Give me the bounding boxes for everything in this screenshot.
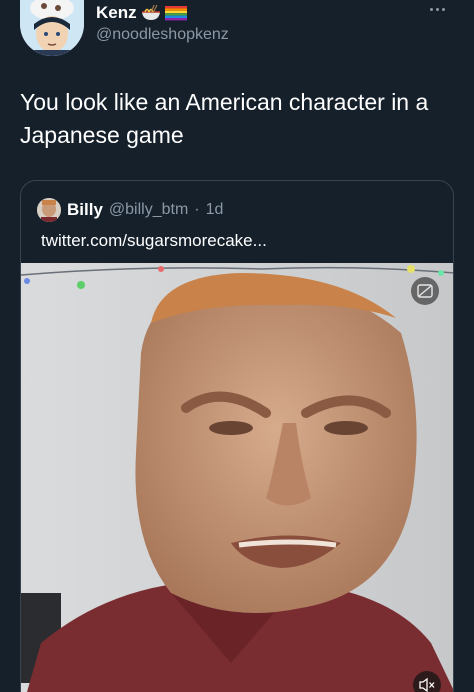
quote-author-handle: @billy_btm xyxy=(108,201,189,218)
quote-header: Billy @billy_btm · 1d xyxy=(37,197,223,223)
tweet: Kenz @noodleshopkenz You look like an Am… xyxy=(0,0,474,692)
tweet-text: You look like an American character in a… xyxy=(20,89,429,148)
quote-timestamp: 1d xyxy=(205,201,224,218)
quote-author-name: Billy xyxy=(67,200,103,219)
speaker-muted-icon[interactable] xyxy=(413,671,441,692)
gif-badge-icon xyxy=(411,277,439,305)
rainbow-flag-icon xyxy=(164,4,187,22)
quote-text[interactable]: twitter.com/sugarsmorecake... xyxy=(41,231,267,251)
author-handle[interactable]: @noodleshopkenz xyxy=(96,26,229,44)
quote-separator: · xyxy=(194,201,200,218)
quote-media-video[interactable] xyxy=(21,263,453,692)
quote-tweet-card[interactable]: Billy @billy_btm · 1d twitter.com/sugars… xyxy=(20,180,454,692)
author-name-row: Kenz xyxy=(96,0,187,26)
more-options-icon[interactable] xyxy=(430,4,452,14)
author-avatar[interactable] xyxy=(20,0,84,56)
ramen-emoji-icon xyxy=(140,4,162,22)
quote-author-avatar xyxy=(37,198,61,222)
author-display-name[interactable]: Kenz xyxy=(96,3,137,23)
masked-man-image xyxy=(21,263,453,692)
